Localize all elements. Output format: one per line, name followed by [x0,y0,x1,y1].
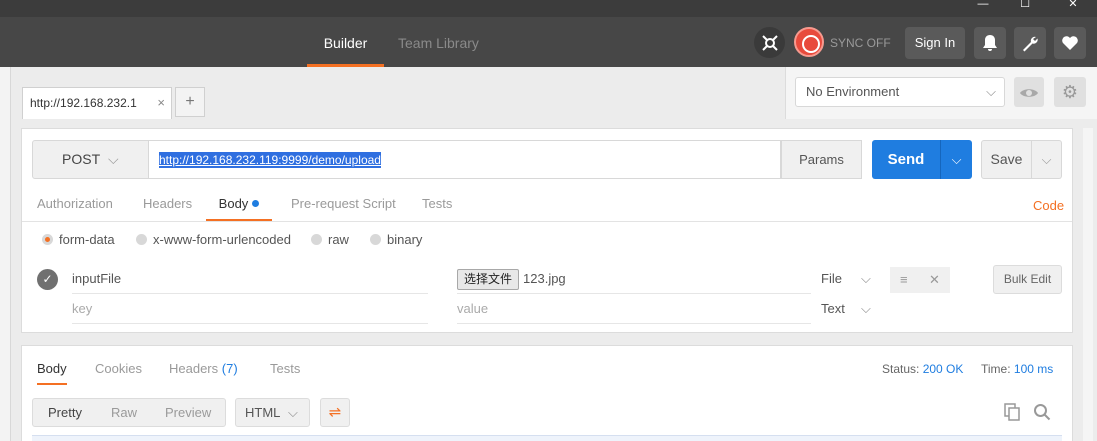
time-label: Time: [981,362,1011,376]
method-label: POST [62,151,101,167]
response-tab-tests[interactable]: Tests [270,356,300,385]
notifications-icon[interactable] [974,27,1006,59]
radio-urlencoded[interactable]: x-www-form-urlencoded [136,232,291,250]
type-label: File [821,271,842,286]
tab-body[interactable]: Body [206,188,272,221]
radio-label: raw [328,232,349,247]
code-link[interactable]: Code [1033,198,1064,213]
radio-label: x-www-form-urlencoded [153,232,291,247]
maximize-icon[interactable]: ☐ [1012,0,1038,17]
headers-label: Headers [169,361,219,376]
radio-raw[interactable]: raw [311,232,349,250]
radio-label: form-data [59,232,115,247]
interceptor-icon[interactable] [754,27,785,58]
url-text: http://192.168.232.119:9999/demo/upload [159,152,381,168]
tab-headers[interactable]: Headers [143,188,192,221]
sidebar-edge[interactable] [0,67,11,441]
gear-icon[interactable]: ⚙ [1054,77,1086,107]
type-select[interactable]: File ⌵ [821,264,871,294]
tab-tests[interactable]: Tests [422,188,452,221]
language-select[interactable]: HTML ⌵ [235,398,310,427]
response-tab-headers[interactable]: Headers (7) [169,356,238,385]
status-label: Status: [882,362,920,376]
radio-icon [136,234,147,245]
response-body[interactable] [32,435,1062,441]
radio-form-data[interactable]: form-data [42,232,115,250]
radio-icon [311,234,322,245]
modified-dot-icon [252,200,260,207]
headers-count: (7) [221,361,238,376]
language-label: HTML [245,405,281,420]
send-button[interactable]: Send [872,140,940,179]
search-icon[interactable] [1033,403,1051,421]
sign-in-button[interactable]: Sign In [905,27,965,59]
radio-icon [370,234,381,245]
add-tab-button[interactable]: + [175,87,205,117]
sync-status[interactable]: SYNC OFF [830,17,891,67]
row-actions: ≡ ✕ [890,267,950,293]
url-input[interactable]: http://192.168.232.119:9999/demo/upload [149,140,781,179]
type-select[interactable]: Text ⌵ [821,294,871,324]
choose-file-button[interactable]: 选择文件 [457,269,520,291]
close-window-icon[interactable]: ✕ [1060,0,1086,17]
radio-binary[interactable]: binary [370,232,422,250]
chevron-down-icon: ⌵ [861,271,871,286]
eye-icon[interactable] [1014,77,1044,107]
request-tab-label: http://192.168.232.1 [30,96,137,110]
format-pretty[interactable]: Pretty [48,398,82,427]
wrap-lines-icon[interactable]: ⇌ [320,398,350,427]
tab-builder[interactable]: Builder [307,17,384,67]
reorder-icon[interactable]: ≡ [900,267,908,293]
environment-select[interactable]: No Environment ⌵ [795,77,1005,107]
type-label: Text [821,301,845,316]
save-options-chevron-icon[interactable]: ⌵ [1032,140,1062,179]
row-enabled-check-icon[interactable]: ✓ [37,269,58,290]
tab-pre-request-script[interactable]: Pre-request Script [291,188,396,221]
key-input[interactable]: inputFile [72,264,428,294]
radio-label: binary [387,232,423,247]
response-tab-body[interactable]: Body [37,356,67,385]
save-button[interactable]: Save [981,140,1032,179]
file-name: 123.jpg [523,271,566,286]
heart-icon[interactable] [1054,27,1086,59]
divider [22,221,1072,222]
time-readout: Time: 100 ms [981,362,1053,376]
value-input[interactable]: value [457,294,811,324]
status-value: 200 OK [922,362,964,376]
title-bar: — ☐ ✕ [0,0,1097,17]
environment-label: No Environment [806,84,900,99]
chevron-down-icon: ⌵ [288,405,298,420]
tab-body-label: Body [218,196,249,211]
status-readout: Status: 200 OK [882,362,963,376]
chevron-down-icon: ⌵ [861,301,871,316]
minimize-icon[interactable]: — [970,0,996,17]
request-tab[interactable]: http://192.168.232.1 × [22,87,172,119]
format-raw[interactable]: Raw [111,398,137,427]
tab-team-library[interactable]: Team Library [398,17,479,67]
sync-icon[interactable] [794,27,824,57]
settings-wrench-icon[interactable] [1014,27,1046,59]
delete-row-icon[interactable]: ✕ [929,267,940,293]
tab-authorization[interactable]: Authorization [37,188,113,221]
method-select[interactable]: POST ⌵ [32,140,149,179]
params-button[interactable]: Params [781,140,862,179]
send-options-chevron-icon[interactable]: ⌵ [940,140,972,179]
format-preview[interactable]: Preview [165,398,211,427]
chevron-down-icon: ⌵ [986,84,996,99]
chevron-down-icon: ⌵ [108,151,119,167]
copy-icon[interactable] [1004,403,1020,421]
close-tab-icon[interactable]: × [157,88,165,118]
bulk-edit-button[interactable]: Bulk Edit [993,265,1062,294]
response-tab-cookies[interactable]: Cookies [95,356,142,385]
key-input[interactable]: key [72,294,428,324]
radio-selected-icon [42,234,53,245]
time-value: 100 ms [1013,362,1054,376]
value-input[interactable]: 选择文件 123.jpg [457,264,811,294]
scrollbar[interactable] [1083,128,1093,441]
